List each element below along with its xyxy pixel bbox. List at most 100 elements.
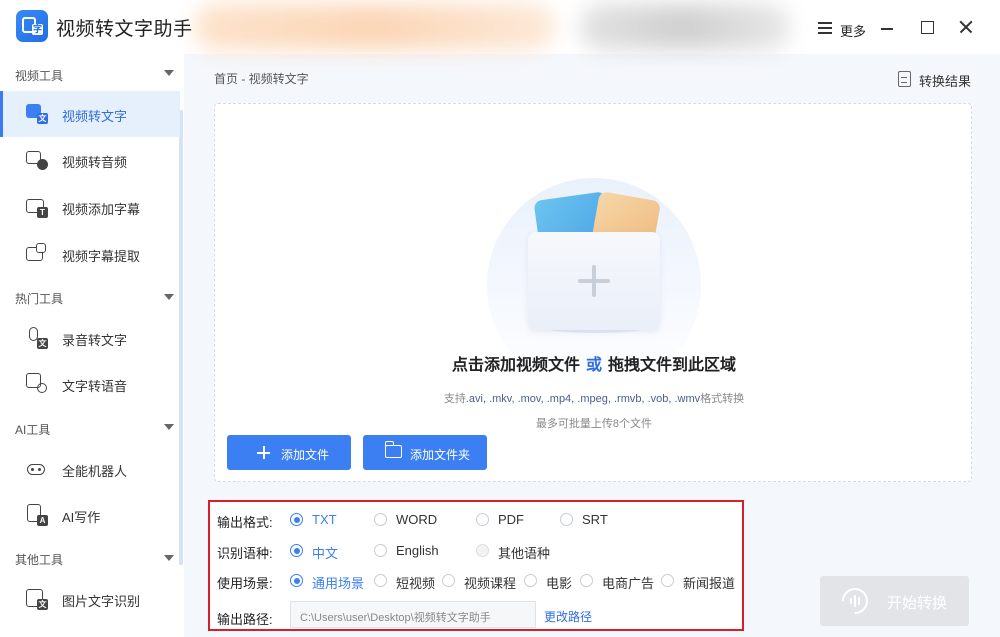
sidebar-item-label: AI写作 [62, 510, 101, 525]
chevron-down-icon[interactable] [164, 294, 174, 300]
language-label: 识别语种: [217, 546, 273, 561]
sidebar-item-extract-subtitles[interactable]: 视频字幕提取 [0, 231, 180, 277]
folder-illustration [528, 232, 660, 330]
radio-icon [290, 544, 303, 557]
radio-icon [580, 574, 593, 587]
sidebar-item-label: 视频转音频 [62, 155, 128, 170]
extract-subtitles-icon [25, 243, 49, 265]
radio-label: TXT [312, 512, 337, 527]
sidebar-item-ai-writing[interactable]: A AI写作 [0, 492, 180, 538]
headline-text: 点击添加视频文件 [451, 357, 580, 374]
change-path-link[interactable]: 更改路径 [544, 608, 592, 625]
add-file-label: 添加文件 [281, 448, 330, 462]
image-ocr-icon: 文 [25, 588, 49, 610]
sidebar-group-ai-tools[interactable]: AI工具 [15, 421, 50, 438]
plus-icon [257, 446, 270, 459]
breadcrumb: 首页 - 视频转文字 [214, 72, 309, 86]
file-drop-zone[interactable]: 点击添加视频文件或拖拽文件到此区域 支持.avi, .mkv, .mov, .m… [214, 103, 972, 482]
sidebar-item-add-subtitles[interactable]: T 视频添加字幕 [0, 184, 180, 230]
sidebar-item-video-to-text[interactable]: 文 视频转文字 [0, 91, 180, 137]
conversion-results-label: 转换结果 [919, 74, 972, 89]
sidebar: 视频工具 文 视频转文字 视频转音频 T 视频添加字幕 视频字幕提取 热门工具 [0, 54, 184, 637]
blurred-banner [580, 4, 790, 50]
output-path-field[interactable]: C:\Users\user\Desktop\视频转文字助手 [290, 601, 536, 628]
start-conversion-label: 开始转换 [887, 595, 948, 612]
headline-text: 拖拽文件到此区域 [608, 357, 737, 374]
radio-label: PDF [498, 512, 524, 527]
radio-label: 短视频 [396, 576, 436, 591]
add-file-button[interactable]: 添加文件 [227, 435, 351, 470]
sidebar-group-other-tools[interactable]: 其他工具 [15, 551, 63, 568]
sidebar-item-image-ocr[interactable]: 文 图片文字识别 [0, 576, 180, 622]
app-logo-icon: 字 [16, 10, 48, 42]
sidebar-item-audio-to-text[interactable]: 文 录音转文字 [0, 315, 180, 361]
radio-icon [442, 574, 455, 587]
chevron-down-icon[interactable] [164, 555, 174, 561]
sidebar-item-label: 文字转语音 [62, 379, 128, 394]
sidebar-item-label: 图片文字识别 [62, 594, 141, 609]
output-format-row: 输出格式: TXT WORD PDF SRT [210, 509, 742, 531]
formats-list: .avi, .mkv, .mov, .mp4, .mpeg, .rmvb, .v… [465, 393, 701, 405]
formats-suffix: 格式转换 [700, 393, 745, 405]
add-subtitles-icon: T [25, 196, 49, 218]
maximize-button[interactable] [914, 14, 940, 40]
chevron-down-icon[interactable] [164, 70, 174, 76]
radio-icon [374, 544, 387, 557]
radio-icon [476, 513, 489, 526]
add-folder-button[interactable]: 添加文件夹 [363, 435, 487, 470]
app-title: 视频转文字助手 [56, 19, 193, 40]
blurred-banner [195, 4, 555, 50]
text-to-speech-icon [25, 373, 49, 395]
radio-icon [476, 544, 489, 557]
radio-icon [290, 574, 303, 587]
conversion-options-panel: 输出格式: TXT WORD PDF SRT 识别语种: 中文 English … [208, 500, 744, 631]
folder-icon [384, 441, 402, 458]
radio-icon [374, 574, 387, 587]
supported-formats: 支持.avi, .mkv, .mov, .mp4, .mpeg, .rmvb, … [215, 390, 973, 406]
sidebar-item-label: 视频字幕提取 [62, 249, 141, 264]
document-icon [898, 71, 911, 87]
radio-label: 中文 [312, 546, 339, 561]
radio-icon [374, 513, 387, 526]
waveform-bar [850, 598, 852, 604]
sidebar-item-label: 视频转文字 [62, 109, 128, 124]
add-folder-label: 添加文件夹 [410, 448, 471, 462]
waveform-bar [858, 597, 860, 605]
sidebar-item-video-to-audio[interactable]: 视频转音频 [0, 137, 180, 183]
radio-icon [560, 513, 573, 526]
headline-or: 或 [585, 357, 602, 374]
radio-icon [524, 574, 537, 587]
sidebar-item-text-to-speech[interactable]: 文字转语音 [0, 361, 180, 407]
scenario-row: 使用场景: 通用场景 短视频 视频课程 电影 电商广告 新闻报道 [210, 570, 742, 592]
radio-label: SRT [582, 512, 608, 527]
output-format-label: 输出格式: [217, 515, 273, 530]
waveform-bar [854, 595, 856, 607]
radio-label: WORD [396, 512, 438, 527]
radio-label: 通用场景 [312, 576, 365, 591]
radio-label: 电商广告 [602, 576, 655, 591]
ai-writing-icon: A [25, 504, 49, 526]
robot-icon [25, 458, 49, 480]
menu-icon[interactable] [818, 22, 832, 34]
more-button[interactable]: 更多 [840, 21, 866, 40]
output-path-label: 输出路径: [217, 612, 273, 627]
scenario-label: 使用场景: [217, 576, 273, 591]
video-to-audio-icon [25, 149, 49, 171]
microphone-icon: 文 [25, 327, 49, 349]
title-bar: 字 视频转文字助手 更多 [0, 0, 1000, 54]
chevron-down-icon[interactable] [164, 424, 174, 430]
radio-label: 其他语种 [498, 546, 551, 561]
plus-icon [578, 265, 610, 297]
sidebar-item-label: 视频添加字幕 [62, 202, 141, 217]
sidebar-item-chatbot[interactable]: 全能机器人 [0, 446, 180, 492]
sidebar-group-video-tools[interactable]: 视频工具 [15, 67, 63, 84]
sidebar-group-hot-tools[interactable]: 热门工具 [15, 290, 63, 307]
drop-zone-headline: 点击添加视频文件或拖拽文件到此区域 [215, 351, 973, 375]
start-conversion-button[interactable]: 开始转换 [820, 576, 969, 626]
radio-label: 电影 [546, 576, 573, 591]
sidebar-item-label: 全能机器人 [62, 464, 128, 479]
minimize-button[interactable] [874, 14, 900, 40]
close-button[interactable] [953, 14, 979, 40]
radio-label: 视频课程 [464, 576, 517, 591]
formats-prefix: 支持 [443, 393, 466, 405]
